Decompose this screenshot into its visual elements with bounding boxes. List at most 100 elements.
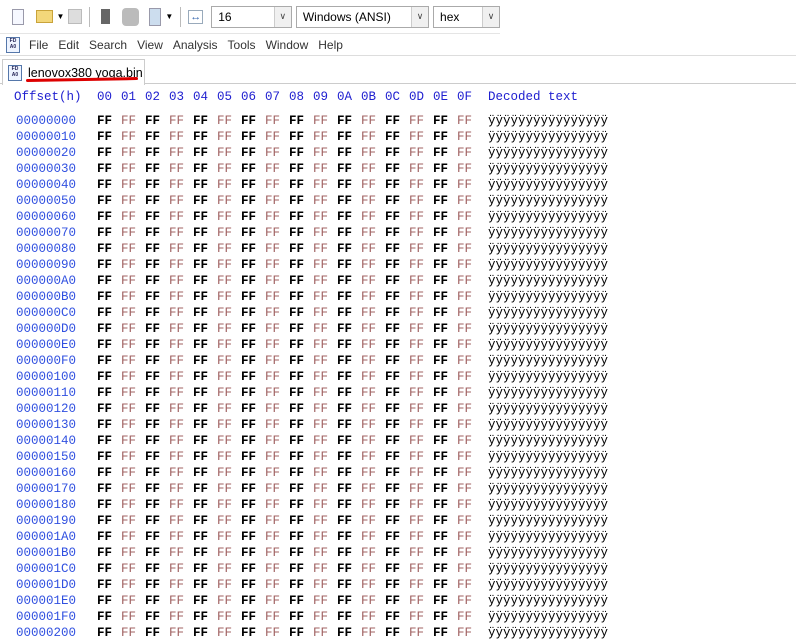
byte-cell[interactable]: FF [433,146,448,160]
byte-cell[interactable]: FF [193,546,208,560]
byte-cell[interactable]: FF [457,370,472,384]
byte-cell[interactable]: FF [409,306,424,320]
byte-cell[interactable]: FF [121,290,136,304]
byte-cell[interactable]: FF [169,578,184,592]
byte-cell[interactable]: FF [121,322,136,336]
byte-cell[interactable]: FF [193,370,208,384]
byte-cell[interactable]: FF [433,626,448,640]
byte-cell[interactable]: FF [409,162,424,176]
byte-cell[interactable]: FF [337,498,352,512]
chevron-down-icon[interactable]: ∨ [482,6,499,27]
byte-cell[interactable]: FF [169,450,184,464]
byte-cell[interactable]: FF [361,546,376,560]
byte-cell[interactable]: FF [433,226,448,240]
byte-cell[interactable]: FF [457,354,472,368]
byte-cell[interactable]: FF [457,578,472,592]
byte-cell[interactable]: FF [97,578,112,592]
byte-cell[interactable]: FF [313,306,328,320]
byte-cell[interactable]: FF [313,162,328,176]
byte-cell[interactable]: FF [241,114,256,128]
byte-cell[interactable]: FF [361,434,376,448]
byte-cell[interactable]: FF [361,194,376,208]
byte-cell[interactable]: FF [433,338,448,352]
byte-cell[interactable]: FF [97,178,112,192]
decoded-text[interactable]: ÿÿÿÿÿÿÿÿÿÿÿÿÿÿÿÿ [488,450,608,464]
byte-cell[interactable]: FF [289,306,304,320]
byte-cell[interactable]: FF [313,146,328,160]
byte-cell[interactable]: FF [385,130,400,144]
byte-cell[interactable]: FF [457,274,472,288]
byte-cell[interactable]: FF [145,226,160,240]
chevron-down-icon[interactable]: ∨ [411,6,429,27]
byte-cell[interactable]: FF [97,226,112,240]
byte-cell[interactable]: FF [409,226,424,240]
decoded-text[interactable]: ÿÿÿÿÿÿÿÿÿÿÿÿÿÿÿÿ [488,466,608,480]
byte-cell[interactable]: FF [457,386,472,400]
byte-cell[interactable]: FF [145,386,160,400]
decoded-text[interactable]: ÿÿÿÿÿÿÿÿÿÿÿÿÿÿÿÿ [488,146,608,160]
byte-cell[interactable]: FF [145,482,160,496]
byte-cell[interactable]: FF [265,114,280,128]
decoded-text[interactable]: ÿÿÿÿÿÿÿÿÿÿÿÿÿÿÿÿ [488,386,608,400]
byte-cell[interactable]: FF [265,258,280,272]
byte-cell[interactable]: FF [217,306,232,320]
byte-cell[interactable]: FF [289,482,304,496]
byte-cell[interactable]: FF [361,306,376,320]
decoded-text[interactable]: ÿÿÿÿÿÿÿÿÿÿÿÿÿÿÿÿ [488,226,608,240]
byte-cell[interactable]: FF [97,402,112,416]
byte-cell[interactable]: FF [241,210,256,224]
byte-cell[interactable]: FF [169,418,184,432]
byte-cell[interactable]: FF [361,322,376,336]
byte-cell[interactable]: FF [385,306,400,320]
byte-cell[interactable]: FF [217,146,232,160]
menu-edit[interactable]: Edit [53,38,84,52]
byte-cell[interactable]: FF [457,258,472,272]
byte-cell[interactable]: FF [337,290,352,304]
byte-cell[interactable]: FF [337,130,352,144]
byte-cell[interactable]: FF [409,482,424,496]
byte-cell[interactable]: FF [121,594,136,608]
byte-cell[interactable]: FF [385,546,400,560]
byte-cell[interactable]: FF [409,242,424,256]
byte-cell[interactable]: FF [121,130,136,144]
byte-cell[interactable]: FF [313,578,328,592]
byte-cell[interactable]: FF [265,178,280,192]
byte-cell[interactable]: FF [121,402,136,416]
byte-cell[interactable]: FF [265,322,280,336]
byte-cell[interactable]: FF [313,386,328,400]
byte-cell[interactable]: FF [241,594,256,608]
byte-cell[interactable]: FF [289,626,304,640]
byte-cell[interactable]: FF [217,242,232,256]
byte-cell[interactable]: FF [145,130,160,144]
byte-cell[interactable]: FF [457,178,472,192]
byte-cell[interactable]: FF [361,514,376,528]
byte-cell[interactable]: FF [361,370,376,384]
byte-cell[interactable]: FF [217,626,232,640]
byte-cell[interactable]: FF [265,626,280,640]
byte-cell[interactable]: FF [121,610,136,624]
byte-cell[interactable]: FF [241,386,256,400]
byte-cell[interactable]: FF [289,210,304,224]
byte-cell[interactable]: FF [217,130,232,144]
new-file-icon[interactable] [12,8,24,25]
byte-cell[interactable]: FF [433,178,448,192]
byte-cell[interactable]: FF [433,578,448,592]
byte-cell[interactable]: FF [457,162,472,176]
byte-cell[interactable]: FF [313,546,328,560]
byte-cell[interactable]: FF [361,418,376,432]
byte-cell[interactable]: FF [289,226,304,240]
byte-cell[interactable]: FF [145,370,160,384]
byte-cell[interactable]: FF [289,546,304,560]
byte-cell[interactable]: FF [241,274,256,288]
byte-cell[interactable]: FF [169,370,184,384]
byte-cell[interactable]: FF [385,434,400,448]
byte-cell[interactable]: FF [409,370,424,384]
byte-cell[interactable]: FF [361,178,376,192]
byte-cell[interactable]: FF [217,402,232,416]
byte-cell[interactable]: FF [409,146,424,160]
byte-cell[interactable]: FF [289,354,304,368]
byte-cell[interactable]: FF [337,274,352,288]
byte-cell[interactable]: FF [193,242,208,256]
byte-cell[interactable]: FF [217,578,232,592]
byte-cell[interactable]: FF [433,594,448,608]
